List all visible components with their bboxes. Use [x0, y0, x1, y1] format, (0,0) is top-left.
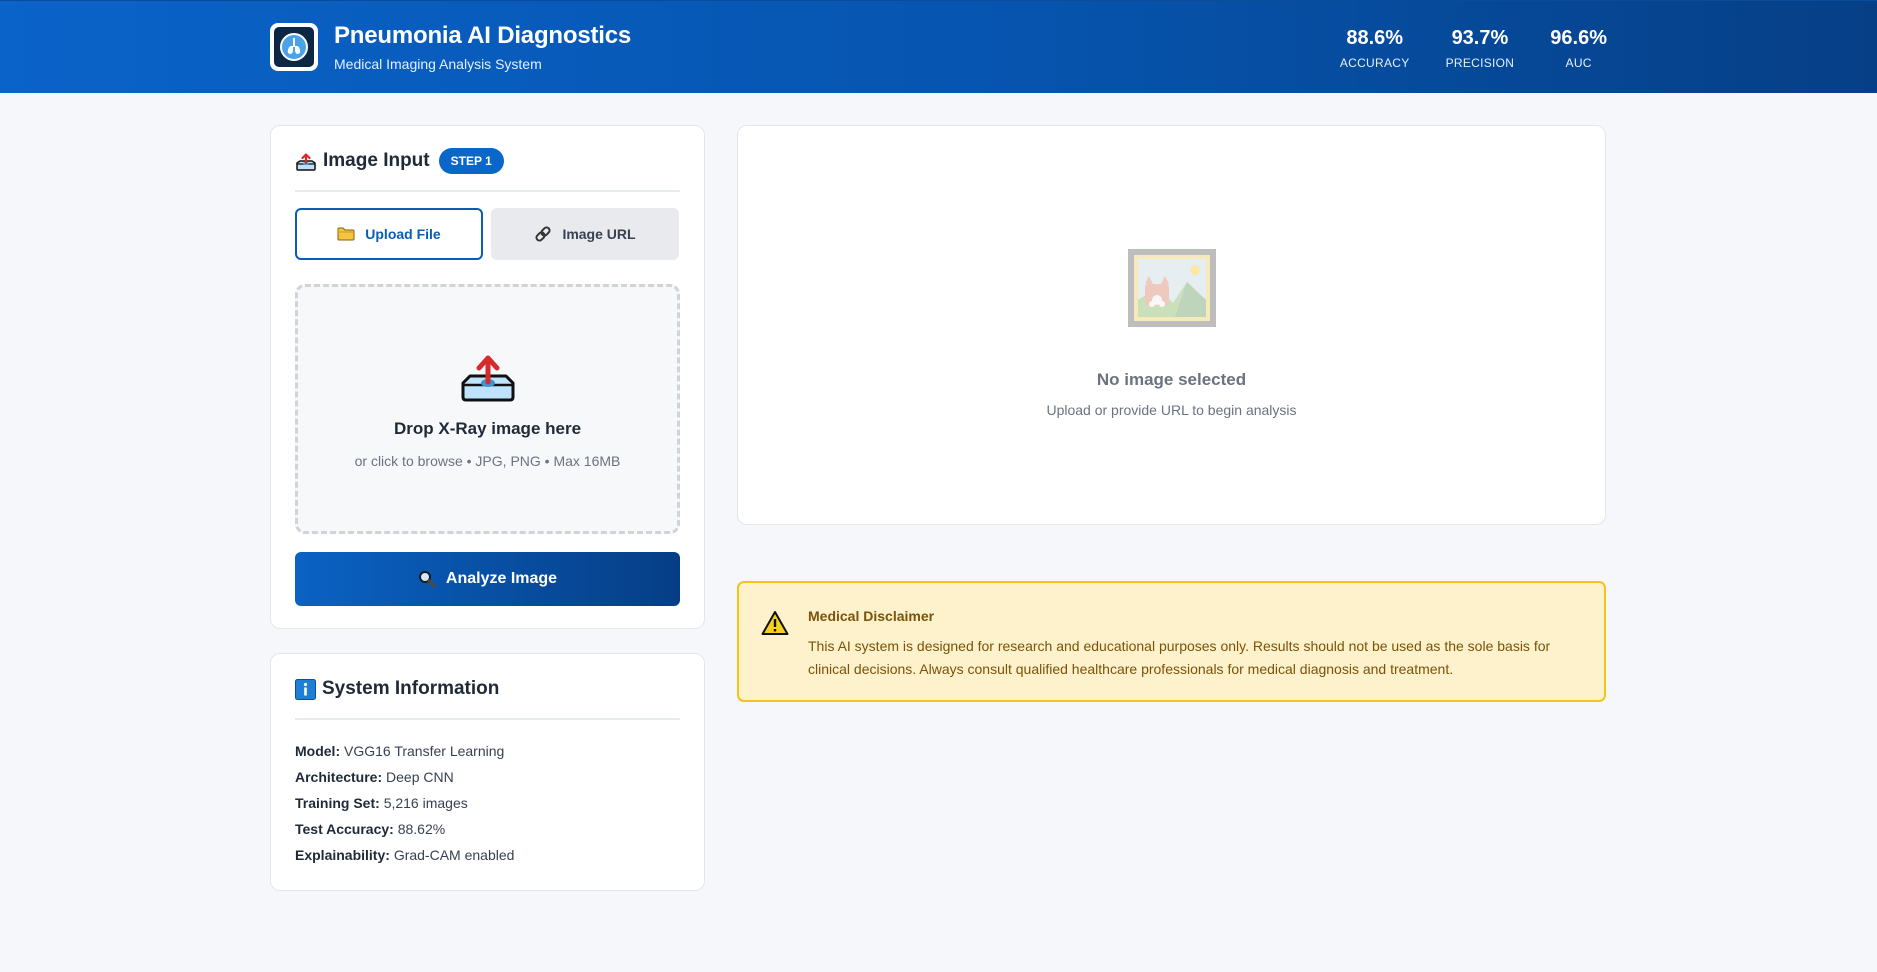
card-header: Image Input STEP 1: [295, 148, 680, 192]
info-row-test-accuracy: Test Accuracy: 88.62%: [295, 816, 514, 842]
info-value: 5,216 images: [383, 795, 468, 811]
stat-accuracy: 88.6% ACCURACY: [1340, 26, 1410, 70]
info-label: Model:: [295, 743, 341, 759]
analyze-button-label: Analyze Image: [445, 570, 558, 587]
link-icon: [534, 225, 552, 243]
warning-icon: [761, 610, 789, 641]
card-title: Image Input: [323, 150, 430, 171]
stat-value: 93.7%: [1451, 27, 1509, 49]
info-icon: [295, 679, 316, 700]
dropzone-title: Drop X-Ray image here: [393, 419, 582, 438]
info-label: Explainability:: [295, 847, 390, 863]
analyze-image-button[interactable]: Analyze Image: [295, 552, 680, 606]
disclaimer-text: This AI system is designed for research …: [808, 638, 1551, 677]
file-dropzone[interactable]: Drop X-Ray image here or click to browse…: [295, 284, 680, 534]
stat-label: PRECISION: [1445, 56, 1515, 70]
step-badge: STEP 1: [438, 148, 504, 174]
tab-label: Image URL: [562, 226, 636, 242]
upload-tray-icon: [298, 355, 677, 403]
stat-value: 96.6%: [1550, 27, 1607, 49]
empty-state-hint: Upload or provide URL to begin analysis: [1046, 402, 1297, 418]
brand: Pneumonia AI Diagnostics Medical Imaging…: [270, 22, 631, 72]
info-value: Deep CNN: [386, 769, 454, 785]
info-label: Training Set:: [295, 795, 380, 811]
card-header: System Information: [295, 678, 680, 720]
stat-auc: 96.6% AUC: [1550, 26, 1607, 70]
info-value: 88.62%: [397, 821, 446, 837]
info-row-architecture: Architecture: Deep CNN: [295, 764, 514, 790]
stat-label: AUC: [1565, 56, 1592, 70]
app-header: Pneumonia AI Diagnostics Medical Imaging…: [0, 0, 1877, 93]
magnifier-icon: [418, 570, 436, 588]
stat-label: ACCURACY: [1339, 56, 1410, 70]
stat-value: 88.6%: [1346, 27, 1404, 49]
system-info-card: System Information Model: VGG16 Transfer…: [270, 653, 705, 891]
stat-precision: 93.7% PRECISION: [1446, 26, 1515, 70]
tab-label: Upload File: [365, 226, 441, 242]
card-title: System Information: [322, 678, 500, 699]
info-value: VGG16 Transfer Learning: [344, 743, 505, 759]
image-input-card: Image Input STEP 1 Upload File Image URL…: [270, 125, 705, 629]
info-row-training-set: Training Set: 5,216 images: [295, 790, 514, 816]
info-row-explainability: Explainability: Grad-CAM enabled: [295, 842, 514, 868]
disclaimer-title: Medical Disclaimer: [808, 608, 935, 624]
input-mode-tabs: Upload File Image URL: [295, 208, 679, 260]
tab-image-url[interactable]: Image URL: [491, 208, 679, 260]
image-preview-card: No image selected Upload or provide URL …: [737, 125, 1606, 525]
info-label: Architecture:: [295, 769, 383, 785]
folder-icon: [337, 227, 355, 241]
info-row-model: Model: VGG16 Transfer Learning: [295, 738, 514, 764]
app-subtitle: Medical Imaging Analysis System: [334, 56, 542, 72]
info-label: Test Accuracy:: [295, 821, 394, 837]
app-title: Pneumonia AI Diagnostics: [334, 22, 632, 49]
framed-picture-icon: [738, 248, 1605, 328]
info-value: Grad-CAM enabled: [393, 847, 515, 863]
medical-disclaimer: Medical Disclaimer This AI system is des…: [737, 581, 1606, 702]
upload-tray-icon: [295, 152, 317, 172]
lungs-logo-icon: [270, 23, 318, 71]
empty-state-title: No image selected: [1096, 370, 1247, 389]
tab-upload-file[interactable]: Upload File: [295, 208, 483, 260]
system-info-list: Model: VGG16 Transfer Learning Architect…: [295, 738, 514, 868]
dropzone-hint: or click to browse • JPG, PNG • Max 16MB: [354, 453, 621, 469]
empty-preview: No image selected Upload or provide URL …: [738, 248, 1605, 418]
metrics-bar: 88.6% ACCURACY 93.7% PRECISION 96.6% AUC: [1304, 26, 1607, 70]
